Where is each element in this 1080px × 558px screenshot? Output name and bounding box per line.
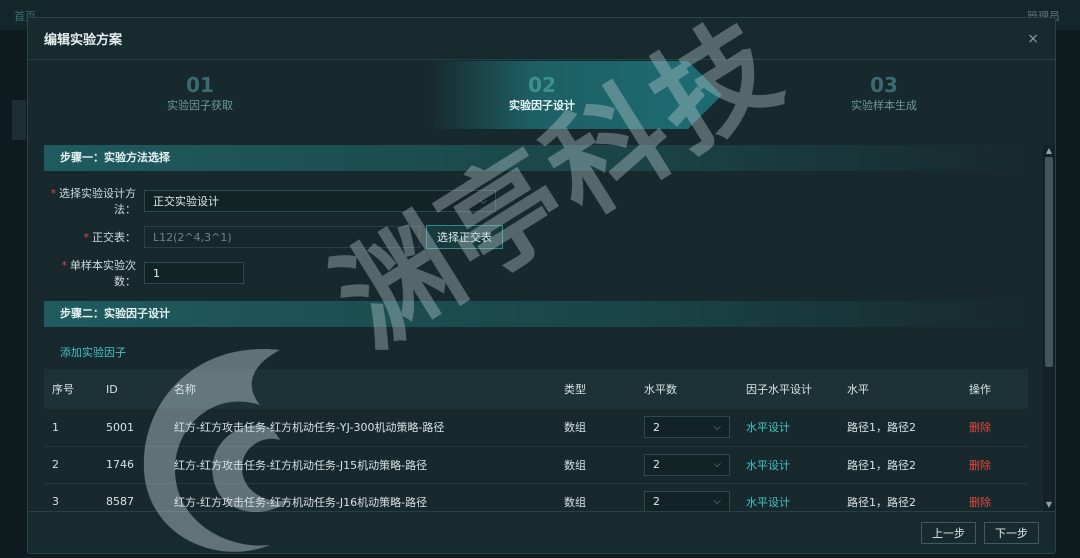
edit-plan-dialog: 编辑实验方案 × 01 实验因子获取 02 实验因子设计 03 实验样本生成 步… xyxy=(27,17,1056,554)
cell-name: 红方-红方攻击任务-红方机动任务-YJ-300机动策略-路径 xyxy=(174,421,445,435)
runs-row: * 单样本实验次数： 1 xyxy=(44,255,1028,291)
level-design-link[interactable]: 水平设计 xyxy=(746,459,790,472)
step-number: 01 xyxy=(186,73,214,97)
cell-type: 数组 xyxy=(564,458,586,472)
delete-link[interactable]: 删除 xyxy=(969,459,991,472)
cell-design: 水平设计 xyxy=(738,483,839,511)
table-row: 2 1746 红方-红方攻击任务-红方机动任务-J15机动策略-路径 数组 2 ⌵… xyxy=(44,446,1028,483)
col-level-values: 水平 xyxy=(847,383,869,396)
cell-level-values: 路径1，路径2 xyxy=(847,458,916,472)
chevron-down-icon: ⌵ xyxy=(713,496,721,507)
scrollbar-thumb[interactable] xyxy=(1045,157,1053,367)
cell-seq: 2 xyxy=(52,458,59,471)
cell-id: 8587 xyxy=(106,495,134,508)
runs-input[interactable]: 1 xyxy=(144,262,244,284)
form-scroll-area: 步骤一：实验方法选择 * 选择实验设计方法： 正交实验设计 ⌵ * 正交表： L12… xyxy=(44,145,1028,511)
cell-type: 数组 xyxy=(564,495,586,509)
cell-levels: 2 ⌵ xyxy=(636,446,738,483)
dialog-body: 01 实验因子获取 02 实验因子设计 03 实验样本生成 步骤一：实验方法选择… xyxy=(28,61,1055,511)
step-label: 实验因子获取 xyxy=(167,99,233,112)
step-number: 03 xyxy=(870,73,898,97)
levels-select[interactable]: 2 ⌵ xyxy=(644,453,730,476)
scroll-down-icon[interactable]: ▼ xyxy=(1043,499,1055,511)
col-id: ID xyxy=(106,382,118,396)
cell-action: 删除 xyxy=(961,409,1028,446)
cell-id: 5001 xyxy=(106,420,134,434)
delete-link[interactable]: 删除 xyxy=(969,496,991,509)
next-step-button[interactable]: 下一步 xyxy=(984,521,1039,544)
close-icon[interactable]: × xyxy=(1027,31,1039,47)
chevron-down-icon: ⌵ xyxy=(713,421,721,433)
step-1[interactable]: 01 实验因子获取 xyxy=(120,75,280,113)
cell-levels: 2 ⌵ xyxy=(636,409,738,446)
level-design-link[interactable]: 水平设计 xyxy=(746,421,790,434)
col-design: 因子水平设计 xyxy=(746,383,812,396)
runs-label: * 单样本实验次数： xyxy=(61,259,137,288)
step-2[interactable]: 02 实验因子设计 xyxy=(462,75,622,113)
cell-id: 1746 xyxy=(106,458,134,471)
step-indicator: 01 实验因子获取 02 实验因子设计 03 实验样本生成 xyxy=(28,61,1044,129)
levels-select[interactable]: 2 ⌵ xyxy=(644,490,730,511)
step-number: 02 xyxy=(528,73,556,97)
cell-seq: 3 xyxy=(52,495,59,508)
chevron-down-icon: ⌵ xyxy=(713,459,721,470)
level-design-link[interactable]: 水平设计 xyxy=(746,496,790,509)
table-header-row: 序号 ID 名称 类型 水平数 因子水平设计 水平 操作 xyxy=(44,369,1028,409)
cell-level-values: 路径1，路径2 xyxy=(847,495,916,509)
active-step-arrow xyxy=(688,61,722,129)
section-method-title: 步骤一：实验方法选择 xyxy=(44,145,1028,171)
cell-seq: 1 xyxy=(52,420,59,434)
cell-action: 删除 xyxy=(961,446,1028,483)
col-levels: 水平数 xyxy=(644,383,677,396)
step-3[interactable]: 03 实验样本生成 xyxy=(804,75,964,113)
col-type: 类型 xyxy=(564,383,586,396)
cell-design: 水平设计 xyxy=(738,409,839,446)
table-row: 1 5001 红方-红方攻击任务-红方机动任务-YJ-300机动策略-路径 数组… xyxy=(44,409,1028,446)
step-label: 实验因子设计 xyxy=(509,99,575,112)
method-row: * 选择实验设计方法： 正交实验设计 ⌵ xyxy=(44,183,1028,219)
cell-type: 数组 xyxy=(564,421,586,435)
prev-step-button[interactable]: 上一步 xyxy=(921,521,976,544)
cell-design: 水平设计 xyxy=(738,446,839,483)
background-strip xyxy=(12,100,26,140)
dialog-title: 编辑实验方案 xyxy=(44,33,123,48)
cell-level-values: 路径1，路径2 xyxy=(847,421,916,435)
section-factor-title: 步骤二：实验因子设计 xyxy=(44,301,1028,327)
col-name: 名称 xyxy=(174,383,196,396)
method-label: * 选择实验设计方法： xyxy=(50,187,137,216)
ortho-input[interactable]: L12(2^4,3^1) xyxy=(144,226,420,248)
cell-name: 红方-红方攻击任务-红方机动任务-J16机动策略-路径 xyxy=(174,495,428,509)
delete-link[interactable]: 删除 xyxy=(969,421,991,434)
col-action: 操作 xyxy=(969,383,991,396)
factor-table: 序号 ID 名称 类型 水平数 因子水平设计 水平 操作 1 5001 红方-红 xyxy=(44,369,1028,511)
chevron-down-icon: ⌵ xyxy=(479,195,487,207)
cell-action: 删除 xyxy=(961,483,1028,511)
ortho-label: * 正交表： xyxy=(83,231,137,244)
dialog-footer: 上一步 下一步 xyxy=(28,511,1055,553)
scroll-up-icon[interactable]: ▲ xyxy=(1043,145,1055,157)
table-row: 3 8587 红方-红方攻击任务-红方机动任务-J16机动策略-路径 数组 2 ⌵… xyxy=(44,483,1028,511)
cell-levels: 2 ⌵ xyxy=(636,483,738,511)
vertical-scrollbar[interactable]: ▲ ▼ xyxy=(1043,145,1055,511)
choose-ortho-button[interactable]: 选择正交表 xyxy=(426,225,503,249)
step-label: 实验样本生成 xyxy=(851,99,917,112)
method-select-value: 正交实验设计 xyxy=(153,195,219,208)
levels-select[interactable]: 2 ⌵ xyxy=(644,416,730,439)
dialog-header: 编辑实验方案 × xyxy=(28,18,1055,60)
cell-name: 红方-红方攻击任务-红方机动任务-J15机动策略-路径 xyxy=(174,458,428,472)
add-factor-link[interactable]: 添加实验因子 xyxy=(44,337,1028,369)
ortho-row: * 正交表： L12(2^4,3^1) 选择正交表 xyxy=(44,219,1028,255)
method-select[interactable]: 正交实验设计 ⌵ xyxy=(144,190,496,212)
col-seq: 序号 xyxy=(52,383,74,396)
